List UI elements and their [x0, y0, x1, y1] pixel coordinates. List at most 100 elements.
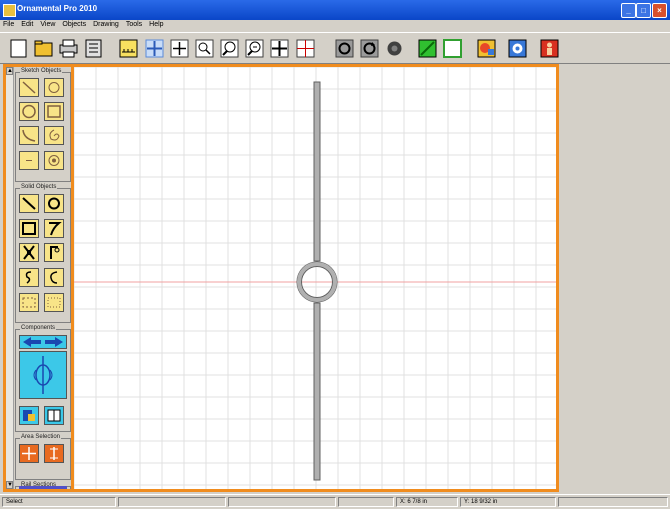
solid-c-scroll-tool[interactable]	[44, 268, 64, 287]
group-label-components: Components	[20, 325, 57, 331]
status-panel-2	[118, 497, 226, 507]
solid-scroll-tool[interactable]	[44, 243, 64, 262]
sketch-point-icon	[26, 160, 32, 161]
zoom-window-icon	[195, 39, 214, 58]
sketch-circle-tool[interactable]	[19, 102, 39, 121]
status-y-coordinate: Y: 18 9/32 in	[460, 497, 556, 507]
properties-button[interactable]	[84, 39, 103, 58]
rotate-left-icon	[335, 39, 354, 58]
exit-button[interactable]	[540, 39, 559, 58]
book-icon	[47, 409, 61, 422]
measure-button[interactable]	[119, 39, 138, 58]
sketch-rectangle-tool[interactable]	[44, 102, 64, 121]
bar-upper	[313, 81, 321, 262]
menu-edit[interactable]: Edit	[18, 20, 37, 28]
solid-circle-tool[interactable]	[44, 194, 64, 213]
new-button[interactable]	[9, 39, 28, 58]
render-button[interactable]	[477, 39, 496, 58]
component-library-tool[interactable]	[19, 406, 39, 425]
status-panel-3	[228, 497, 336, 507]
grid-toggle-button[interactable]	[296, 39, 315, 58]
component-book-tool[interactable]	[44, 406, 64, 425]
exit-icon	[540, 39, 559, 58]
pan-button[interactable]	[270, 39, 289, 58]
bar-lower	[313, 302, 321, 481]
solid-twist-tool[interactable]	[19, 243, 39, 262]
snap-grid-button[interactable]	[145, 39, 164, 58]
open-button[interactable]	[34, 39, 53, 58]
sketch-point-tool[interactable]	[19, 151, 39, 170]
solid-square-tool[interactable]	[19, 219, 39, 238]
menu-drawing[interactable]: Drawing	[90, 20, 123, 28]
status-x-coordinate: X: 6 7/8 in	[396, 497, 458, 507]
zoom-out-icon	[245, 39, 264, 58]
menu-objects[interactable]: Objects	[59, 20, 90, 28]
print-button[interactable]	[59, 39, 78, 58]
sketch-curve-icon	[22, 129, 36, 142]
component-preview[interactable]	[19, 351, 67, 399]
white-layer-button[interactable]	[443, 39, 462, 58]
solid-line-icon	[22, 197, 36, 210]
area-select-column-tool[interactable]	[44, 444, 64, 463]
left-right-arrows-icon	[23, 337, 63, 347]
sketch-line-icon	[22, 81, 36, 94]
canvas-surface[interactable]	[74, 67, 556, 492]
zoom-window-button[interactable]	[195, 39, 214, 58]
print-icon	[59, 39, 78, 58]
component-nav-button[interactable]	[19, 335, 67, 349]
minimize-button[interactable]: _	[621, 3, 636, 18]
grid-toggle-icon	[296, 39, 315, 58]
rotate-right-button[interactable]	[360, 39, 379, 58]
solid-dashed-tool[interactable]	[19, 293, 39, 312]
sketch-spiral-tool[interactable]	[44, 126, 64, 145]
close-button[interactable]: ×	[652, 3, 667, 18]
sketch-circle-icon	[22, 104, 36, 119]
render-icon	[477, 39, 496, 58]
settings-button[interactable]	[508, 39, 527, 58]
solid-line-tool[interactable]	[19, 194, 39, 213]
solid-dashed-alt-icon	[47, 297, 61, 308]
rail-section-strip[interactable]	[19, 486, 67, 489]
menu-file[interactable]: File	[0, 20, 18, 28]
sketch-line-tool[interactable]	[19, 78, 39, 97]
menu-tools[interactable]: Tools	[123, 20, 146, 28]
menu-view[interactable]: View	[37, 20, 59, 28]
solid-s-scroll-tool[interactable]	[19, 268, 39, 287]
crosshair-button[interactable]	[170, 39, 189, 58]
zoom-out-button[interactable]	[245, 39, 264, 58]
zoom-in-button[interactable]	[220, 39, 239, 58]
status-panel-4	[338, 497, 394, 507]
window-title: Ornamental Pro 2010	[17, 4, 98, 13]
solid-c-scroll-icon	[50, 271, 58, 284]
palette-scroll-down[interactable]: ▼	[6, 481, 13, 489]
white-layer-icon	[443, 39, 462, 58]
solid-scroll-icon	[50, 246, 60, 259]
status-bar: Select X: 6 7/8 in Y: 18 9/32 in	[0, 494, 670, 509]
pan-icon	[270, 39, 289, 58]
sketch-arc-icon	[48, 82, 60, 93]
green-layer-button[interactable]	[418, 39, 437, 58]
palette-scroll-up[interactable]: ▲	[6, 67, 13, 75]
rotate-right-icon	[360, 39, 379, 58]
maximize-button[interactable]: □	[636, 3, 651, 18]
menu-help[interactable]: Help	[146, 20, 167, 28]
sketch-target-tool[interactable]	[44, 151, 64, 170]
drawing-canvas[interactable]	[74, 64, 559, 492]
palette-scrollbar[interactable]: ▲ ▼	[6, 67, 14, 489]
menu-bar: File Edit View Objects Drawing Tools Help	[0, 20, 670, 32]
settings-gear-icon	[508, 39, 527, 58]
snap-grid-icon	[145, 39, 164, 58]
fill-button[interactable]	[385, 39, 404, 58]
rotate-left-button[interactable]	[335, 39, 354, 58]
solid-dashed-alt-tool[interactable]	[44, 293, 64, 312]
solid-twist-icon	[23, 245, 35, 260]
library-icon	[23, 410, 35, 421]
sketch-rectangle-icon	[47, 105, 61, 118]
solid-square-icon	[22, 222, 36, 235]
app-icon	[3, 4, 16, 17]
main-toolbar	[0, 32, 670, 64]
sketch-curve-tool[interactable]	[19, 126, 39, 145]
solid-curve-tool[interactable]	[44, 219, 64, 238]
sketch-arc-tool[interactable]	[44, 78, 64, 97]
area-select-all-tool[interactable]	[19, 444, 39, 463]
